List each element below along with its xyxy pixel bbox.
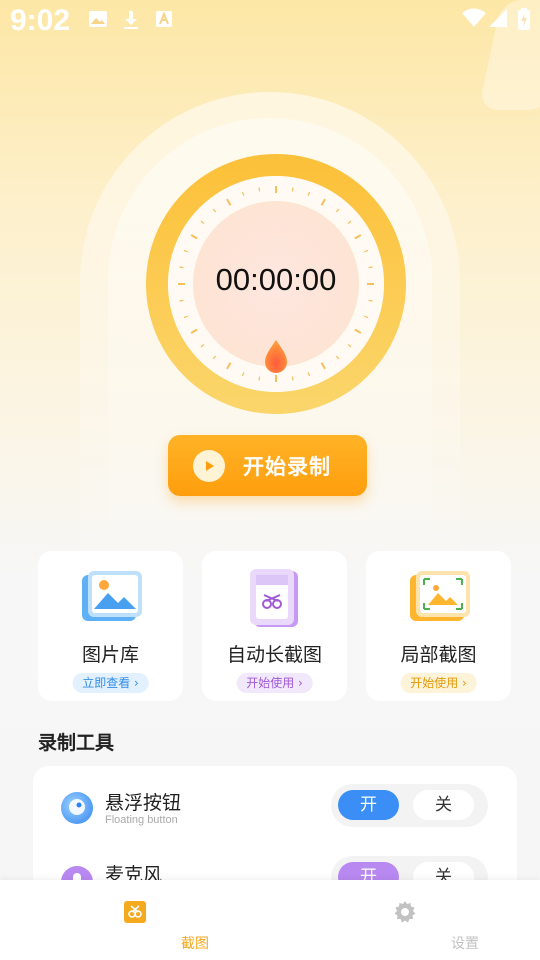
wifi-icon: [462, 8, 486, 32]
dial-tick: [258, 376, 261, 381]
card-gallery[interactable]: 图片库 立即查看 ›: [38, 551, 183, 701]
card-gallery-action[interactable]: 立即查看 ›: [72, 673, 149, 693]
gallery-notification-icon: [88, 10, 108, 32]
bottom-nav: 截图 设置: [0, 880, 540, 960]
nav-screenshot[interactable]: 截图: [75, 880, 209, 960]
tool-row-floating-button: 悬浮按钮 Floating button 开 关: [33, 782, 517, 842]
dial-tick: [291, 376, 294, 381]
card-long-screenshot[interactable]: 自动长截图 开始使用 ›: [202, 551, 347, 701]
card-partial-screenshot[interactable]: 局部截图 开始使用 ›: [366, 551, 511, 701]
dial-tick: [291, 187, 294, 192]
start-recording-button[interactable]: 开始录制: [168, 435, 367, 496]
floating-button-on[interactable]: 开: [338, 790, 399, 820]
card-partial-screenshot-title: 局部截图: [400, 644, 477, 666]
floating-button-name: 悬浮按钮: [105, 792, 182, 814]
floating-button-subtitle: Floating button: [105, 814, 178, 826]
play-icon: [193, 449, 225, 482]
status-bar: 9:02: [0, 0, 540, 44]
download-notification-icon: [122, 10, 140, 34]
screenshot-tab-icon: [123, 900, 147, 924]
floating-button-off[interactable]: 关: [413, 790, 474, 820]
nav-screenshot-label: 截图: [181, 936, 209, 952]
partial-screenshot-icon: [408, 567, 472, 631]
app-notification-icon: [155, 10, 173, 32]
card-partial-screenshot-action[interactable]: 开始使用 ›: [400, 673, 477, 693]
nav-settings[interactable]: 设置: [345, 880, 479, 960]
nav-settings-label: 设置: [451, 936, 479, 952]
dial-tick: [179, 299, 184, 302]
floating-button-toggle[interactable]: 开 关: [331, 784, 488, 827]
card-gallery-title: 图片库: [81, 644, 139, 666]
timer-display: 00:00:00: [215, 262, 337, 297]
dial-tick: [258, 187, 261, 192]
recording-tools-title: 录制工具: [38, 732, 115, 754]
floating-button-icon: [61, 792, 93, 824]
card-long-screenshot-action[interactable]: 开始使用 ›: [236, 673, 313, 693]
card-long-screenshot-title: 自动长截图: [226, 644, 322, 666]
gear-icon: [393, 900, 417, 924]
recording-tools-panel: 悬浮按钮 Floating button 开 关 麦克风 开 关: [33, 766, 517, 899]
long-screenshot-icon: [244, 567, 308, 631]
dial-tick: [368, 299, 373, 302]
gallery-icon: [80, 567, 144, 631]
status-time: 9:02: [10, 4, 71, 37]
start-recording-label: 开始录制: [243, 454, 331, 479]
